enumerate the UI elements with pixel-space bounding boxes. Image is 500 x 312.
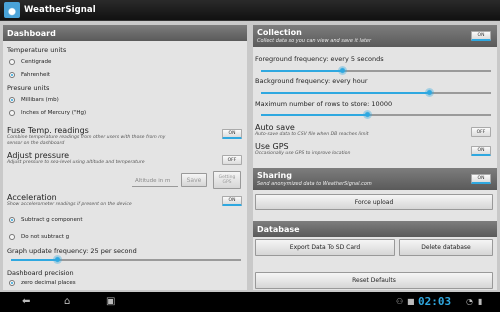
auto-save-toggle[interactable]: OFF: [471, 127, 491, 137]
radio-fahrenheit[interactable]: Fahrenheit: [3, 68, 243, 81]
wifi-icon: ◔: [466, 297, 473, 306]
sharing-subtitle: Send anonymized data to WeatherSignal.co…: [257, 181, 372, 187]
pressure-units-label: Presure units: [7, 84, 50, 92]
auto-save-desc: Auto-save data to CSV file when DB reach…: [255, 132, 369, 137]
slider-thumb[interactable]: [338, 66, 347, 75]
max-rows-slider[interactable]: [261, 110, 491, 119]
app-title: WeatherSignal: [24, 5, 96, 15]
force-upload-button[interactable]: Force upload: [255, 194, 493, 210]
slider-thumb[interactable]: [363, 110, 372, 119]
radio-icon: [9, 109, 15, 116]
home-icon[interactable]: ⌂: [64, 296, 70, 308]
radio-centigrade[interactable]: Centigrade: [3, 55, 243, 68]
back-icon[interactable]: ⬅: [22, 296, 30, 308]
foreground-frequency-label: Foreground frequency: every 5 seconds: [255, 55, 384, 63]
temperature-units-label: Temperature units: [7, 46, 67, 54]
slider-thumb[interactable]: [425, 88, 434, 97]
dashboard-header: Dashboard: [3, 25, 247, 41]
slider-fill: [261, 92, 429, 94]
acceleration-setting: Acceleration Show accelerometer readings…: [7, 193, 207, 208]
collection-toggle[interactable]: ON: [471, 31, 491, 41]
altitude-input[interactable]: Altitude in m: [132, 175, 178, 187]
fuse-temp-setting: Fuse Temp. readings Combine temperature …: [7, 126, 207, 146]
dashboard-panel: Dashboard Temperature units Centigrade F…: [3, 25, 247, 290]
radio-selected-icon: [9, 216, 15, 223]
radio-selected-icon: [9, 96, 15, 103]
radio-icon: [9, 58, 15, 65]
adjust-pressure-desc: Adjust pressure to sea-level using altit…: [7, 160, 145, 165]
radio-icon: [9, 233, 15, 240]
max-rows-label: Maximum number of rows to store: 10000: [255, 100, 393, 108]
collection-panel: Collection Collect data so you can view …: [253, 25, 497, 290]
action-bar: WeatherSignal: [0, 0, 500, 21]
acceleration-desc: Show accelerometer readings if present o…: [7, 202, 132, 207]
save-altitude-button[interactable]: Save: [181, 173, 207, 187]
background-frequency-label: Background frequency: every hour: [255, 77, 368, 85]
collection-subtitle: Collect data so you can view and save it…: [257, 38, 372, 44]
auto-save-label: Auto save: [255, 123, 295, 132]
delete-database-button[interactable]: Delete database: [399, 239, 493, 256]
radio-millibars[interactable]: Millibars (mb): [3, 93, 243, 106]
weather-signal-app-icon[interactable]: [4, 2, 20, 18]
background-frequency-slider[interactable]: [261, 88, 491, 97]
use-gps-setting: Use GPS Occasionally use GPS to improve …: [255, 142, 455, 157]
sharing-toggle[interactable]: ON: [471, 174, 491, 184]
system-nav-bar: ⬅ ⌂ ▣ ⚇ ■ 02:03 ◔ ▮: [0, 292, 500, 312]
graph-update-slider[interactable]: [11, 255, 241, 264]
use-gps-toggle[interactable]: ON: [471, 146, 491, 156]
notification-icon: ■: [407, 297, 415, 306]
fuse-temp-label: Fuse Temp. readings: [7, 126, 89, 135]
slider-fill: [261, 70, 342, 72]
acceleration-toggle[interactable]: ON: [222, 196, 242, 206]
acceleration-label: Acceleration: [7, 193, 57, 202]
radio-selected-icon: [9, 279, 15, 286]
sharing-header: Sharing Send anonymized data to WeatherS…: [253, 168, 497, 190]
fuse-temp-desc: Combine temperature readings from other …: [7, 135, 166, 146]
slider-fill: [11, 259, 57, 261]
adjust-pressure-toggle[interactable]: OFF: [222, 155, 242, 165]
use-gps-desc: Occasionally use GPS to improve location: [255, 151, 351, 156]
slider-thumb[interactable]: [53, 255, 62, 264]
fuse-temp-toggle[interactable]: ON: [222, 129, 242, 139]
recent-apps-icon[interactable]: ▣: [106, 296, 115, 308]
use-gps-label: Use GPS: [255, 142, 289, 151]
getting-gps-button[interactable]: Getting GPS: [213, 171, 241, 189]
radio-zero-decimal[interactable]: zero decimal places: [3, 276, 243, 289]
usb-icon: ⚇: [396, 297, 404, 306]
sharing-section: Sharing Send anonymized data to WeatherS…: [253, 168, 497, 190]
battery-icon: ▮: [478, 297, 483, 306]
auto-save-setting: Auto save Auto-save data to CSV file whe…: [255, 123, 455, 138]
radio-subtract-g[interactable]: Subtract g component: [3, 213, 243, 226]
database-header: Database: [253, 221, 497, 237]
settings-content: Dashboard Temperature units Centigrade F…: [0, 21, 500, 292]
radio-selected-icon: [9, 71, 15, 78]
clock[interactable]: 02:03: [418, 295, 451, 308]
collection-title: Collection: [257, 28, 302, 37]
sharing-title: Sharing: [257, 171, 292, 180]
adjust-pressure-label: Adjust pressure: [7, 151, 70, 160]
collection-header: Collection Collect data so you can view …: [253, 25, 497, 47]
foreground-frequency-slider[interactable]: [261, 66, 491, 75]
reset-defaults-button[interactable]: Reset Defaults: [255, 272, 493, 289]
export-data-button[interactable]: Export Data To SD Card: [255, 239, 395, 256]
radio-inches-mercury[interactable]: Inches of Mercury ("Hg): [3, 106, 243, 119]
adjust-pressure-setting: Adjust pressure Adjust pressure to sea-l…: [7, 151, 207, 166]
graph-update-label: Graph update frequency: 25 per second: [7, 247, 137, 255]
radio-do-not-subtract-g[interactable]: Do not subtract g: [3, 230, 243, 243]
slider-fill: [261, 114, 367, 116]
